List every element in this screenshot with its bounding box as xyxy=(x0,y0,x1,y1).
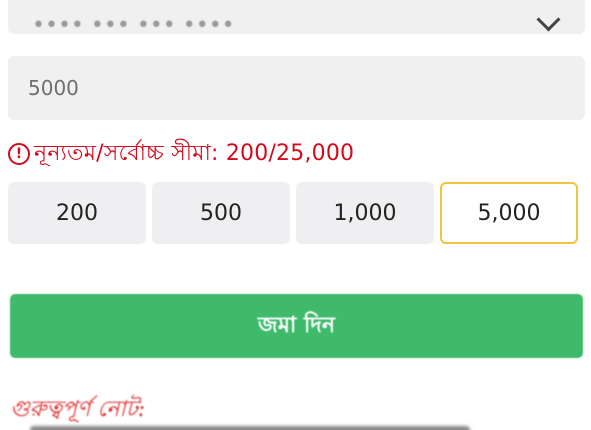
quick-amount-label: 1,000 xyxy=(333,200,397,226)
important-note-title: গুরুত্বপূর্ণ নোট: xyxy=(10,397,146,422)
quick-amount-label: 200 xyxy=(56,200,98,226)
payment-method-select-value: •••• ••• ••• •••• xyxy=(32,12,235,38)
chevron-down-icon xyxy=(536,6,561,32)
limit-message: ! নূন্যতম/সর্বোচ্চ সীমা: 200/25,000 xyxy=(8,138,354,170)
quick-amount-buttons: 200 500 1,000 5,000 xyxy=(8,182,585,244)
amount-input[interactable] xyxy=(8,56,585,120)
quick-amount-label: 500 xyxy=(200,200,242,226)
limit-message-text: নূন্যতম/সর্বোচ্চ সীমা: 200/25,000 xyxy=(34,140,355,166)
quick-amount-label: 5,000 xyxy=(477,200,541,226)
payment-method-select[interactable]: •••• ••• ••• •••• xyxy=(8,0,585,38)
quick-amount-button-selected[interactable]: 5,000 xyxy=(440,182,578,244)
submit-button-label: জমা দিন xyxy=(258,312,335,338)
submit-button[interactable]: জমা দিন xyxy=(10,294,583,358)
deposit-form: •••• ••• ••• •••• ! নূন্যতম/সর্বোচ্চ সীম… xyxy=(0,0,591,430)
quick-amount-button[interactable]: 200 xyxy=(8,182,146,244)
quick-amount-button[interactable]: 500 xyxy=(152,182,290,244)
quick-amount-button[interactable]: 1,000 xyxy=(296,182,434,244)
exclamation-circle-icon: ! xyxy=(8,143,30,165)
note-text-line xyxy=(30,426,470,430)
